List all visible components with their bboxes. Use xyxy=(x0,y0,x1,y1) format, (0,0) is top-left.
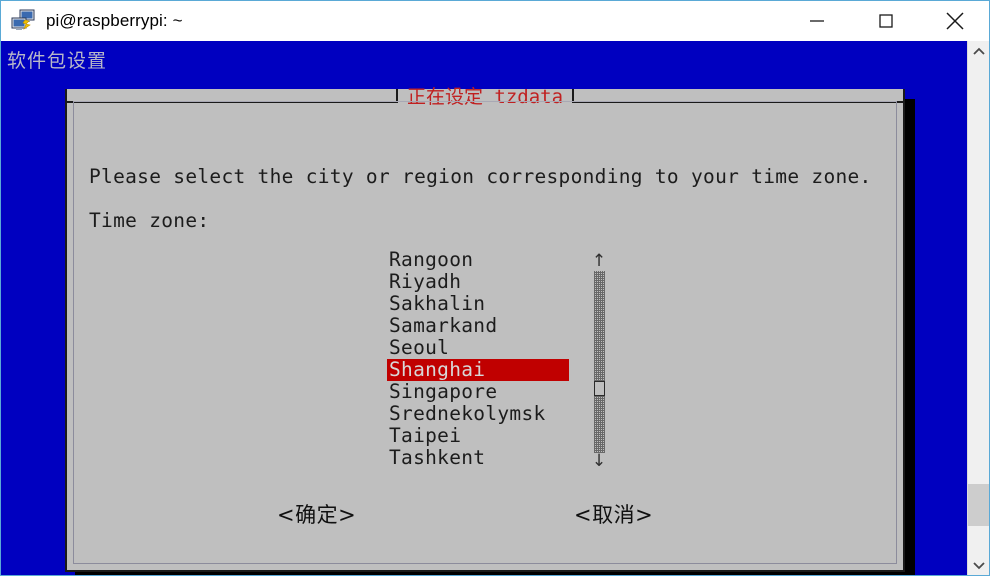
list-item[interactable]: Taipei xyxy=(387,425,571,447)
list-item-selected[interactable]: Shanghai xyxy=(387,359,569,381)
tzdata-config-dialog: 正在设定 tzdata Please select the city or re… xyxy=(65,88,906,572)
dialog-content: Please select the city or region corresp… xyxy=(67,103,903,568)
list-item[interactable]: Riyadh xyxy=(387,271,571,293)
window-title: pi@raspberrypi: ~ xyxy=(46,11,183,30)
application-window: pi@raspberrypi: ~ 软件包设置 正在设定 tzdata Plea… xyxy=(0,0,990,576)
window-titlebar[interactable]: pi@raspberrypi: ~ xyxy=(1,1,989,41)
chevron-up-icon[interactable] xyxy=(968,41,989,63)
list-item[interactable]: Sakhalin xyxy=(387,293,571,315)
list-item[interactable]: Samarkand xyxy=(387,315,571,337)
prompt-text: Please select the city or region corresp… xyxy=(89,165,872,188)
list-item[interactable]: Seoul xyxy=(387,337,571,359)
cancel-button[interactable]: <取消> xyxy=(574,499,653,529)
chevron-down-icon[interactable] xyxy=(968,554,989,575)
window-scrollbar-thumb[interactable] xyxy=(968,484,989,526)
ok-button[interactable]: <确定> xyxy=(277,499,356,529)
dialog-buttons: <确定> <取消> xyxy=(67,499,903,539)
scroll-down-arrow-icon[interactable]: ↓ xyxy=(591,453,607,470)
list-item[interactable]: Rangoon xyxy=(387,249,571,271)
window-scrollbar[interactable] xyxy=(967,41,989,575)
package-config-header: 软件包设置 xyxy=(7,50,108,72)
list-item[interactable]: Tashkent xyxy=(387,447,571,469)
scrollbar-thumb[interactable] xyxy=(594,381,605,396)
scrollbar-track[interactable] xyxy=(594,271,605,453)
timezone-list[interactable]: Rangoon Riyadh Sakhalin Samarkand Seoul … xyxy=(387,249,571,469)
scroll-up-arrow-icon[interactable]: ↑ xyxy=(591,253,607,270)
list-item[interactable]: Srednekolymsk xyxy=(387,403,571,425)
close-button[interactable] xyxy=(920,1,989,41)
list-item[interactable]: Singapore xyxy=(387,381,571,403)
maximize-button[interactable] xyxy=(851,1,920,41)
terminal-screen[interactable]: 软件包设置 正在设定 tzdata Please select the city… xyxy=(1,41,967,575)
minimize-button[interactable] xyxy=(782,1,851,41)
terminal-computer-icon xyxy=(11,9,37,33)
list-scrollbar[interactable]: ↑ ↓ xyxy=(591,253,607,470)
window-controls xyxy=(782,1,989,41)
timezone-field-label: Time zone: xyxy=(89,209,210,232)
